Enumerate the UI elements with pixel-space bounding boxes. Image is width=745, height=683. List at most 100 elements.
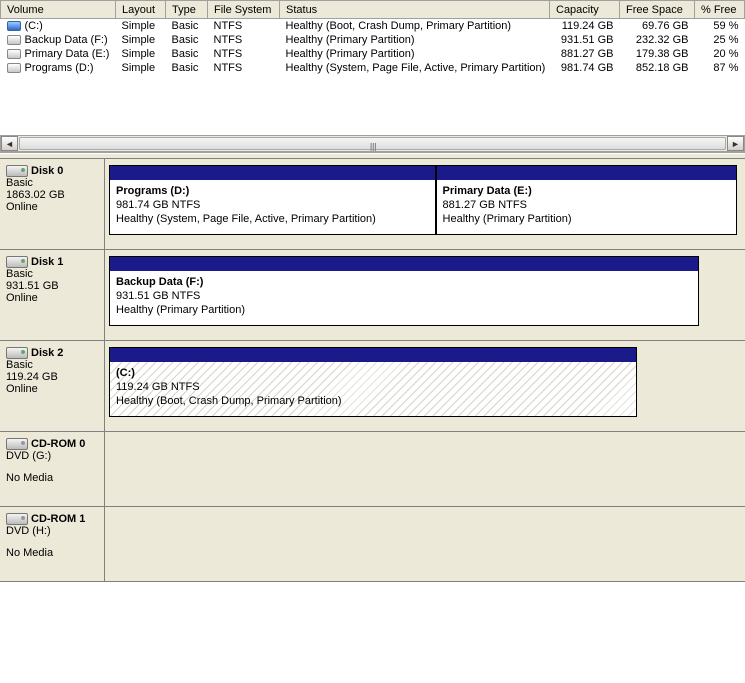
volume-list-pane: Volume Layout Type File System Status Ca… bbox=[0, 0, 745, 153]
volume-name: Programs (D:) bbox=[25, 62, 94, 74]
disk-size: 1863.02 GB bbox=[6, 189, 100, 201]
disk-type: Basic bbox=[6, 268, 100, 280]
partition-name: Primary Data (E:) bbox=[443, 184, 730, 198]
volume-layout: Simple bbox=[116, 47, 166, 61]
scroll-left-button[interactable]: ◄ bbox=[1, 136, 18, 151]
table-row[interactable]: Programs (D:)SimpleBasicNTFSHealthy (Sys… bbox=[1, 61, 745, 75]
volume-layout: Simple bbox=[116, 61, 166, 75]
partition-name: Programs (D:) bbox=[116, 184, 429, 198]
volume-icon bbox=[7, 21, 21, 31]
volume-capacity: 119.24 GB bbox=[550, 19, 620, 34]
partition[interactable]: Primary Data (E:)881.27 GB NTFSHealthy (… bbox=[436, 165, 737, 235]
volume-status: Healthy (System, Page File, Active, Prim… bbox=[280, 61, 550, 75]
volume-icon bbox=[7, 35, 21, 45]
col-volume[interactable]: Volume bbox=[1, 1, 116, 19]
partition[interactable]: (C:)119.24 GB NTFSHealthy (Boot, Crash D… bbox=[109, 347, 637, 417]
disk-label[interactable]: Disk 1Basic931.51 GBOnline bbox=[0, 250, 105, 340]
disk-partitions bbox=[105, 507, 745, 581]
volume-type: Basic bbox=[166, 61, 208, 75]
volume-pctfree: 87 % bbox=[695, 61, 745, 75]
volume-fs: NTFS bbox=[208, 19, 280, 34]
disk-type: DVD (G:) bbox=[6, 450, 100, 462]
volume-status: Healthy (Boot, Crash Dump, Primary Parti… bbox=[280, 19, 550, 34]
disk-row[interactable]: CD-ROM 0DVD (G:)No Media bbox=[0, 432, 745, 507]
volume-type: Basic bbox=[166, 33, 208, 47]
volume-status: Healthy (Primary Partition) bbox=[280, 47, 550, 61]
disk-row[interactable]: CD-ROM 1DVD (H:)No Media bbox=[0, 507, 745, 582]
volume-fs: NTFS bbox=[208, 47, 280, 61]
disk-icon bbox=[6, 513, 28, 525]
partition-size: 881.27 GB NTFS bbox=[443, 198, 730, 212]
disk-label[interactable]: CD-ROM 1DVD (H:)No Media bbox=[0, 507, 105, 581]
disk-row[interactable]: Disk 2Basic119.24 GBOnline(C:)119.24 GB … bbox=[0, 341, 745, 432]
volume-type: Basic bbox=[166, 19, 208, 34]
partition-status: Healthy (Primary Partition) bbox=[443, 212, 730, 226]
partition-status: Healthy (Boot, Crash Dump, Primary Parti… bbox=[116, 394, 630, 408]
volume-fs: NTFS bbox=[208, 33, 280, 47]
disk-partitions bbox=[105, 432, 745, 506]
volume-header-row[interactable]: Volume Layout Type File System Status Ca… bbox=[1, 1, 745, 19]
volume-free: 852.18 GB bbox=[620, 61, 695, 75]
volume-layout: Simple bbox=[116, 19, 166, 34]
volume-capacity: 881.27 GB bbox=[550, 47, 620, 61]
volume-layout: Simple bbox=[116, 33, 166, 47]
table-row[interactable]: (C:) SimpleBasicNTFSHealthy (Boot, Crash … bbox=[1, 19, 745, 34]
scroll-track[interactable]: Ⅲ bbox=[19, 137, 726, 150]
disk-state: Online bbox=[6, 292, 100, 304]
disk-label[interactable]: Disk 0Basic1863.02 GBOnline bbox=[0, 159, 105, 249]
col-layout[interactable]: Layout bbox=[116, 1, 166, 19]
disk-icon bbox=[6, 165, 28, 177]
disk-state: Online bbox=[6, 383, 100, 395]
volume-name: (C:) bbox=[25, 20, 43, 32]
partition-status: Healthy (System, Page File, Active, Prim… bbox=[116, 212, 429, 226]
volume-icon bbox=[7, 63, 21, 73]
disk-partitions: (C:)119.24 GB NTFSHealthy (Boot, Crash D… bbox=[105, 341, 745, 431]
col-capacity[interactable]: Capacity bbox=[550, 1, 620, 19]
partition-stripe bbox=[110, 257, 698, 271]
disk-row[interactable]: Disk 0Basic1863.02 GBOnlinePrograms (D:)… bbox=[0, 159, 745, 250]
table-row[interactable]: Backup Data (F:)SimpleBasicNTFSHealthy (… bbox=[1, 33, 745, 47]
col-pctfree[interactable]: % Free bbox=[695, 1, 745, 19]
volume-pctfree: 59 % bbox=[695, 19, 745, 34]
volume-type: Basic bbox=[166, 47, 208, 61]
col-fs[interactable]: File System bbox=[208, 1, 280, 19]
disk-partitions: Backup Data (F:)931.51 GB NTFSHealthy (P… bbox=[105, 250, 745, 340]
disk-type: Basic bbox=[6, 177, 100, 189]
disk-title: Disk 0 bbox=[31, 165, 63, 177]
disk-label[interactable]: Disk 2Basic119.24 GBOnline bbox=[0, 341, 105, 431]
disk-partitions: Programs (D:)981.74 GB NTFSHealthy (Syst… bbox=[105, 159, 745, 249]
col-status[interactable]: Status bbox=[280, 1, 550, 19]
table-row[interactable]: Primary Data (E:)SimpleBasicNTFSHealthy … bbox=[1, 47, 745, 61]
volume-free: 179.38 GB bbox=[620, 47, 695, 61]
col-type[interactable]: Type bbox=[166, 1, 208, 19]
volume-capacity: 981.74 GB bbox=[550, 61, 620, 75]
volume-pctfree: 20 % bbox=[695, 47, 745, 61]
scroll-right-button[interactable]: ► bbox=[727, 136, 744, 151]
partition-stripe bbox=[110, 166, 435, 180]
horizontal-scrollbar[interactable]: ◄ Ⅲ ► bbox=[0, 135, 745, 152]
volume-free: 232.32 GB bbox=[620, 33, 695, 47]
disk-size: 931.51 GB bbox=[6, 280, 100, 292]
volume-pctfree: 25 % bbox=[695, 33, 745, 47]
partition-stripe bbox=[110, 348, 636, 362]
partition[interactable]: Programs (D:)981.74 GB NTFSHealthy (Syst… bbox=[109, 165, 436, 235]
partition-size: 119.24 GB NTFS bbox=[116, 380, 630, 394]
disk-title: CD-ROM 1 bbox=[31, 513, 85, 525]
disk-state: Online bbox=[6, 201, 100, 213]
partition-status: Healthy (Primary Partition) bbox=[116, 303, 692, 317]
disk-state: No Media bbox=[6, 472, 100, 484]
partition[interactable]: Backup Data (F:)931.51 GB NTFSHealthy (P… bbox=[109, 256, 699, 326]
partition-size: 931.51 GB NTFS bbox=[116, 289, 692, 303]
disk-title: Disk 1 bbox=[31, 256, 63, 268]
volume-table[interactable]: Volume Layout Type File System Status Ca… bbox=[0, 0, 745, 135]
disk-size: 119.24 GB bbox=[6, 371, 100, 383]
disk-type: DVD (H:) bbox=[6, 525, 100, 537]
disk-label[interactable]: CD-ROM 0DVD (G:)No Media bbox=[0, 432, 105, 506]
partition-name: Backup Data (F:) bbox=[116, 275, 692, 289]
disk-icon bbox=[6, 438, 28, 450]
col-free[interactable]: Free Space bbox=[620, 1, 695, 19]
volume-name: Backup Data (F:) bbox=[25, 34, 108, 46]
disk-row[interactable]: Disk 1Basic931.51 GBOnlineBackup Data (F… bbox=[0, 250, 745, 341]
disk-title: Disk 2 bbox=[31, 347, 63, 359]
disk-icon bbox=[6, 256, 28, 268]
